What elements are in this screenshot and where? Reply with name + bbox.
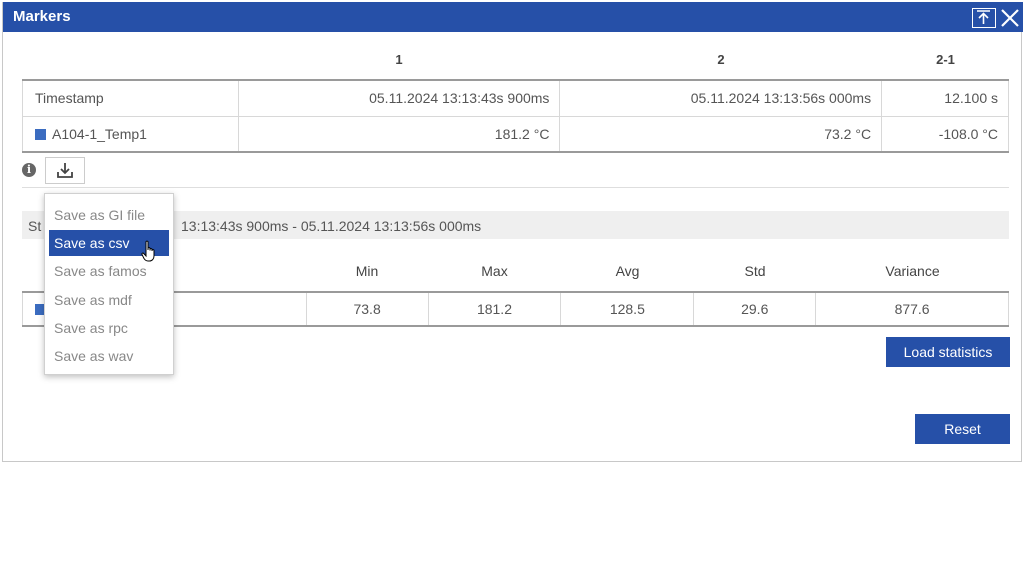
- stat-col-min: Min: [355, 263, 379, 279]
- reset-button[interactable]: Reset: [915, 414, 1010, 444]
- cell-value: 73.8: [305, 291, 429, 327]
- table-row: A104-1_Temp1 181.2 °C 73.2 °C -108.0 °C: [22, 115, 1009, 153]
- load-statistics-button[interactable]: Load statistics: [886, 337, 1010, 367]
- expand-button[interactable]: [972, 8, 996, 28]
- menu-item-save-wav[interactable]: Save as wav: [49, 343, 169, 369]
- cell-value: 05.11.2024 13:13:56s 000ms: [559, 79, 883, 117]
- channel-cell: A104-1_Temp1: [22, 115, 239, 153]
- channel-color-swatch: [35, 128, 46, 140]
- download-button[interactable]: [45, 157, 85, 184]
- cell-value: 05.11.2024 13:13:43s 900ms: [237, 79, 561, 117]
- cell-value: -108.0 °C: [881, 115, 1009, 153]
- hand-pointer-icon: [141, 240, 155, 262]
- stat-col-avg: Avg: [615, 263, 640, 279]
- marker-col-diff: 2-1: [936, 52, 955, 67]
- channel-name: A104-1_Temp1: [52, 125, 147, 142]
- marker-col-2: 2: [717, 52, 725, 67]
- cell-value: 29.6: [693, 291, 817, 327]
- close-icon: [1001, 9, 1019, 27]
- cell-value: 181.2 °C: [237, 115, 561, 153]
- dialog-title: Markers: [13, 8, 71, 25]
- cell-value: 181.2: [427, 291, 562, 327]
- expand-icon: [977, 10, 990, 24]
- menu-item-save-mdf[interactable]: Save as mdf: [49, 287, 169, 313]
- cell-value: 128.5: [560, 291, 695, 327]
- close-button[interactable]: [999, 8, 1023, 28]
- menu-item-save-rpc[interactable]: Save as rpc: [49, 315, 169, 341]
- download-menu: Save as GI file Save as csv Save as famo…: [44, 193, 174, 375]
- menu-item-save-gi[interactable]: Save as GI file: [49, 202, 169, 228]
- divider: [22, 187, 1009, 188]
- statistics-range: 13:13:43s 900ms - 05.11.2024 13:13:56s 0…: [181, 218, 482, 234]
- stat-col-variance: Variance: [885, 263, 940, 279]
- marker-col-1: 1: [395, 52, 403, 67]
- download-icon: [57, 163, 73, 178]
- cell-value: 12.100 s: [881, 79, 1009, 117]
- cell-value: 73.2 °C: [559, 115, 883, 153]
- statistics-range-prefix: St: [28, 218, 42, 234]
- stat-col-std: Std: [744, 263, 766, 279]
- cell-value: 877.6: [815, 291, 1009, 327]
- table-row: Timestamp 05.11.2024 13:13:43s 900ms 05.…: [22, 79, 1009, 117]
- stat-col-max: Max: [481, 263, 508, 279]
- row-label: Timestamp: [22, 79, 239, 117]
- title-bar: Markers: [3, 2, 1023, 32]
- info-icon[interactable]: i: [22, 163, 36, 177]
- markers-table: Timestamp 05.11.2024 13:13:43s 900ms 05.…: [22, 79, 1009, 153]
